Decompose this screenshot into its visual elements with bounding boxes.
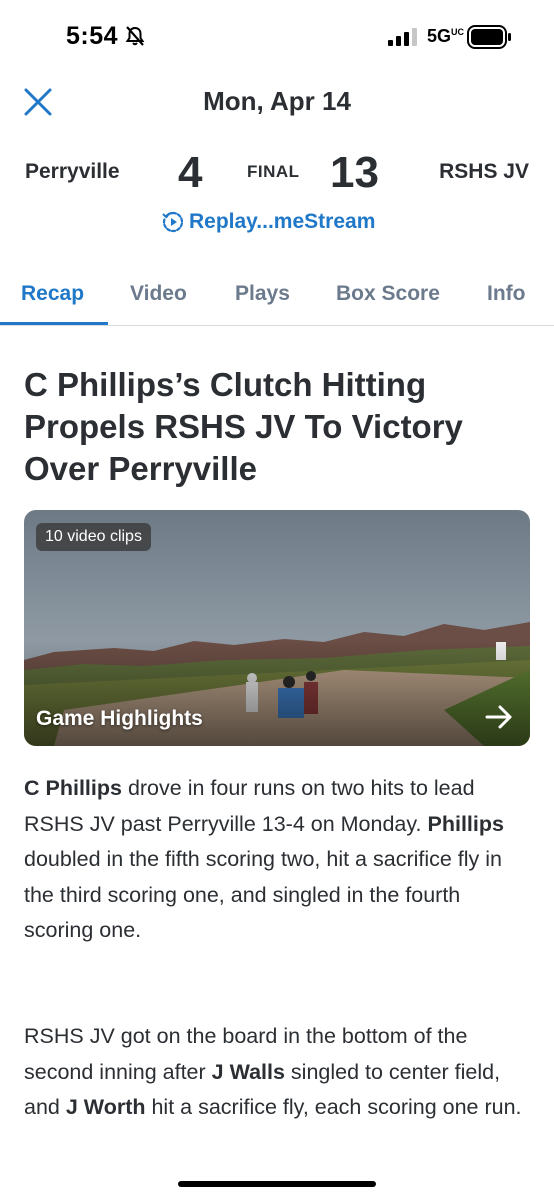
game-status: FINAL (247, 162, 300, 181)
tab-plays[interactable]: Plays (235, 282, 290, 306)
tab-info[interactable]: Info (487, 282, 525, 306)
replay-icon (162, 211, 184, 233)
player-name: C Phillips (24, 776, 122, 800)
player-name: J Worth (65, 1095, 146, 1119)
paragraph-text: doubled in the fifth scoring two, hit a … (24, 847, 503, 942)
player-name: Phillips (427, 811, 504, 836)
battery-icon (467, 25, 511, 49)
bell-slash-icon (125, 26, 145, 46)
away-team-name: Perryville (25, 160, 120, 183)
video-title: Game Highlights (36, 707, 203, 730)
article-headline: C Phillips’s Clutch Hitting Propels RSHS… (24, 366, 463, 487)
paragraph-text: hit a sacrifice fly, each scoring one ru… (145, 1095, 522, 1119)
status-bar: 5:54 5GUC (0, 0, 554, 74)
signal-icon (388, 28, 417, 46)
status-time: 5:54 (66, 22, 119, 50)
tab-box-score[interactable]: Box Score (336, 282, 440, 306)
tab-recap[interactable]: Recap (21, 282, 84, 306)
page-title: Mon, Apr 14 (203, 86, 351, 116)
network-suffix: UC (451, 27, 465, 37)
replay-label: Replay...meStream (189, 210, 376, 233)
player-name: J Walls (211, 1059, 285, 1084)
tab-bar: Recap Video Plays Box Score Info (0, 270, 554, 326)
home-indicator (178, 1181, 376, 1187)
article-paragraph: RSHS JV got on the board in the bottom o… (24, 1019, 534, 1126)
away-score: 4 (178, 148, 203, 197)
active-tab-indicator (0, 322, 108, 325)
arrow-right-icon (485, 705, 512, 729)
network-type: 5G (427, 26, 452, 46)
video-highlights-card[interactable]: 10 video clips Game Highlights (24, 510, 530, 746)
tab-video[interactable]: Video (130, 282, 187, 306)
replay-link[interactable]: Replay...meStream (161, 208, 375, 236)
article-paragraph: C Phillips drove in four runs on two hit… (24, 771, 534, 949)
home-score: 13 (330, 148, 379, 197)
video-clip-count-badge: 10 video clips (36, 523, 151, 551)
network-label: 5GUC (427, 26, 464, 47)
home-team-name: RSHS JV (439, 160, 529, 183)
